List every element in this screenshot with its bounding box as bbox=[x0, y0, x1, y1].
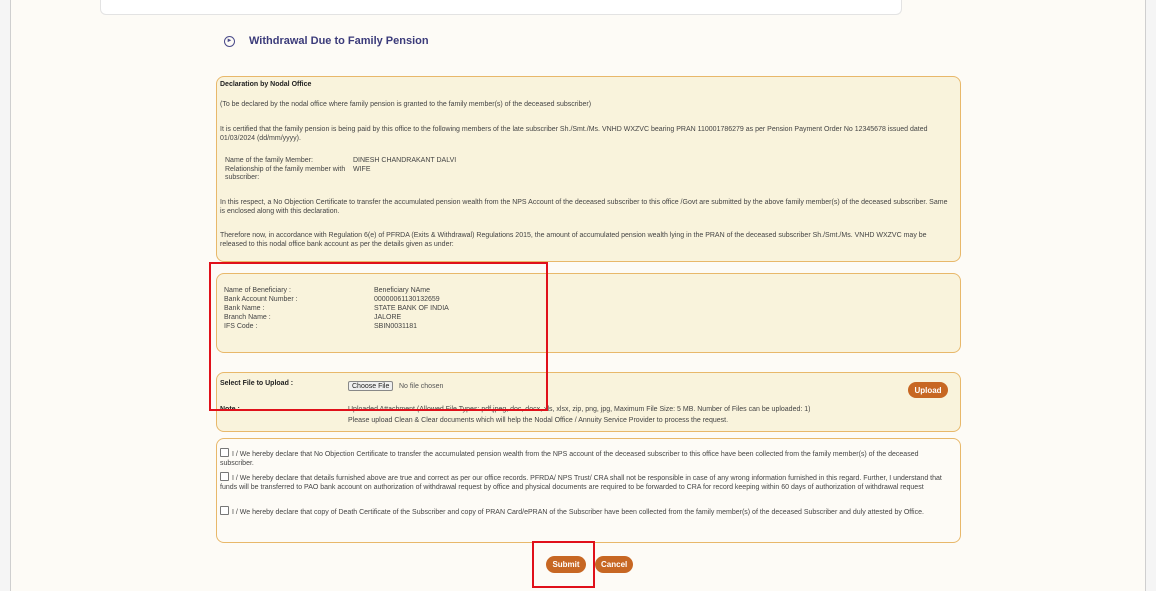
top-strip bbox=[100, 0, 902, 15]
beneficiary-label: Bank Account Number : bbox=[224, 296, 298, 303]
note-text-line1: Uploaded Attachment (Allowed File Types:… bbox=[348, 406, 811, 413]
beneficiary-panel: Name of Beneficiary : Beneficiary NAme B… bbox=[216, 273, 961, 353]
beneficiary-row: Bank Account Number : 00000061130132659 bbox=[224, 295, 449, 304]
beneficiary-value: 00000061130132659 bbox=[374, 296, 440, 303]
beneficiary-row: Name of Beneficiary : Beneficiary NAme bbox=[224, 286, 449, 295]
declaration-intro: (To be declared by the nodal office wher… bbox=[220, 101, 592, 108]
title-row: ► Withdrawal Due to Family Pension bbox=[224, 35, 429, 47]
beneficiary-label: Branch Name : bbox=[224, 314, 271, 321]
declaration-therefore-text: Therefore now, in accordance with Regula… bbox=[220, 232, 927, 248]
beneficiary-list: Name of Beneficiary : Beneficiary NAme B… bbox=[224, 286, 449, 331]
family-member-value: DINESH CHANDRAKANT DALVI bbox=[353, 157, 457, 164]
beneficiary-value: SBIN0031181 bbox=[374, 323, 418, 330]
no-file-text: No file chosen bbox=[399, 383, 444, 390]
beneficiary-row: Bank Name : STATE BANK OF INDIA bbox=[224, 304, 449, 313]
beneficiary-value: STATE BANK OF INDIA bbox=[374, 305, 449, 312]
declaration-panel: Declaration by Nodal Office (To be decla… bbox=[216, 76, 961, 262]
relationship-row: Relationship of the family member with s… bbox=[225, 166, 456, 183]
beneficiary-label: Name of Beneficiary : bbox=[224, 287, 291, 294]
submit-button[interactable]: Submit bbox=[546, 556, 586, 573]
family-member-details: Name of the family Member: DINESH CHANDR… bbox=[225, 157, 456, 183]
upload-panel: Select File to Upload : Choose File No f… bbox=[216, 372, 961, 432]
declaration-item-details: I / We hereby declare that details furni… bbox=[220, 472, 954, 492]
family-member-label: Name of the family Member: bbox=[225, 157, 313, 164]
upload-button[interactable]: Upload bbox=[908, 382, 948, 398]
beneficiary-value: JALORE bbox=[374, 314, 402, 321]
upload-label: Select File to Upload : bbox=[220, 380, 294, 387]
beneficiary-label: Bank Name : bbox=[224, 305, 265, 312]
relationship-label: Relationship of the family member with s… bbox=[225, 165, 346, 182]
declarations-panel: I / We hereby declare that No Objection … bbox=[216, 438, 961, 543]
declaration-noc-text: In this respect, a No Objection Certific… bbox=[220, 199, 948, 215]
details-checkbox[interactable] bbox=[220, 472, 229, 481]
note-text-line2: Please upload Clean & Clear documents wh… bbox=[348, 417, 729, 424]
noc-checkbox[interactable] bbox=[220, 448, 229, 457]
cancel-button[interactable]: Cancel bbox=[595, 556, 633, 573]
relationship-value: WIFE bbox=[353, 165, 371, 173]
page-title: Withdrawal Due to Family Pension bbox=[249, 35, 429, 47]
declaration-item-death-certificate: I / We hereby declare that copy of Death… bbox=[220, 506, 954, 518]
note-label: Note : bbox=[220, 406, 240, 413]
beneficiary-value: Beneficiary NAme bbox=[374, 287, 431, 294]
declaration-item-noc: I / We hereby declare that No Objection … bbox=[220, 448, 954, 468]
declaration-text: I / We hereby declare that details furni… bbox=[220, 475, 942, 491]
death-certificate-checkbox[interactable] bbox=[220, 506, 229, 515]
choose-file-button[interactable]: Choose File bbox=[348, 381, 394, 391]
beneficiary-label: IFS Code : bbox=[224, 323, 258, 330]
arrow-bullet-icon: ► bbox=[224, 35, 235, 47]
declaration-text: I / We hereby declare that No Objection … bbox=[220, 451, 919, 467]
declaration-heading: Declaration by Nodal Office bbox=[220, 81, 312, 88]
declaration-text: I / We hereby declare that copy of Death… bbox=[232, 509, 924, 516]
beneficiary-row: Branch Name : JALORE bbox=[224, 313, 449, 322]
family-member-row: Name of the family Member: DINESH CHANDR… bbox=[225, 157, 456, 166]
beneficiary-row: IFS Code : SBIN0031181 bbox=[224, 322, 449, 331]
declaration-certified-text: It is certified that the family pension … bbox=[220, 126, 928, 142]
